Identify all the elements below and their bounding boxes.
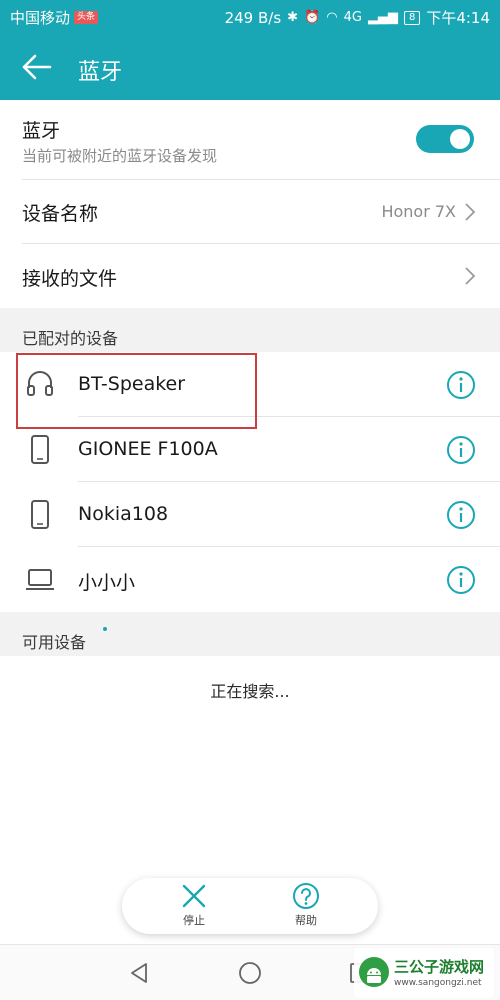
toggle-knob [450,129,470,149]
available-devices-header: 可用设备 [0,612,500,656]
help-button[interactable]: 帮助 [266,882,346,932]
device-name-label: 设备名称 [22,203,99,225]
bluetooth-status-icon: ✱ [287,10,299,25]
scanning-status: 正在搜索... [210,682,290,701]
help-label: 帮助 [295,914,317,927]
watermark-title: 三公子游戏网 [394,958,485,976]
paired-devices-header: 已配对的设备 [0,308,500,352]
android-logo-icon [359,957,389,987]
network-type: 4G [343,10,362,25]
status-bar: 中国移动 头条 249 B/s ✱ ⏰ ◠ 4G ▂▄▆ 8 下午4:14 [0,0,500,34]
app-bar: 蓝牙 [0,34,500,100]
close-icon [182,884,206,908]
signal-icon: ▂▄▆ [367,10,398,25]
stop-button[interactable]: 停止 [154,882,234,932]
paired-device-row[interactable]: 小小小 [0,547,500,612]
watermark-url: www.sangongzi.net [394,978,482,988]
clock: 下午4:14 [426,9,490,27]
device-name-row[interactable]: 设备名称 Honor 7X [0,180,500,244]
paired-devices-label: 已配对的设备 [22,329,119,348]
carrier-tag: 头条 [74,11,99,24]
device-name: Nokia108 [78,503,169,525]
alarm-icon: ⏰ [304,10,321,25]
info-icon[interactable] [446,370,476,400]
help-icon [293,883,319,909]
phone-icon [31,435,49,464]
wifi-icon: ◠ [326,10,338,25]
network-speed: 249 B/s [224,8,282,27]
device-name: GIONEE F100A [78,438,218,460]
action-pill: 停止 帮助 [122,878,378,934]
stop-label: 停止 [183,914,205,927]
device-name-value: Honor 7X [381,202,456,221]
highlight-box [16,353,257,429]
info-icon[interactable] [446,435,476,465]
bluetooth-toggle-switch[interactable] [416,125,474,153]
laptop-icon [26,569,54,590]
scanning-indicator [103,627,107,631]
available-devices-label: 可用设备 [22,633,87,652]
back-button[interactable] [20,52,54,82]
chevron-right-icon [465,267,476,285]
battery-level: 8 [403,10,421,25]
watermark: 三公子游戏网 www.sangongzi.net [354,948,494,998]
bluetooth-title: 蓝牙 [22,120,61,142]
arrow-left-icon [22,54,52,80]
chevron-right-icon [465,203,476,221]
paired-device-row[interactable]: Nokia108 [0,482,500,547]
carrier-name: 中国移动 [10,9,71,27]
device-name: 小小小 [78,572,136,594]
phone-icon [31,500,49,529]
nav-home-icon[interactable] [236,959,264,987]
received-files-label: 接收的文件 [22,268,118,290]
page-title: 蓝牙 [78,60,123,85]
info-icon[interactable] [446,565,476,595]
nav-back-icon[interactable] [126,959,154,987]
info-icon[interactable] [446,500,476,530]
bluetooth-subtitle: 当前可被附近的蓝牙设备发现 [22,147,218,165]
received-files-row[interactable]: 接收的文件 [0,244,500,308]
